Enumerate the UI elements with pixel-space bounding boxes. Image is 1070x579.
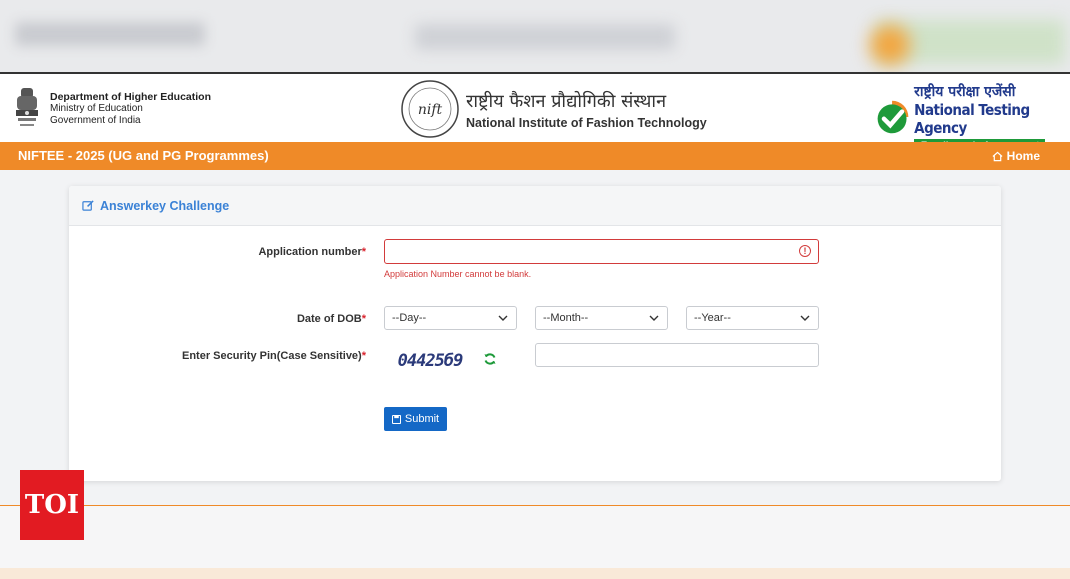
- home-link-label: Home: [1006, 149, 1040, 163]
- nta-english-name: National Testing Agency: [914, 101, 1030, 137]
- security-pin-label: Enter Security Pin(Case Sensitive)*: [181, 350, 366, 362]
- edit-icon: [82, 200, 94, 211]
- month-select-value: --Month--: [543, 312, 589, 324]
- home-icon: [992, 151, 1003, 161]
- ministry-name: Ministry of Education: [50, 103, 143, 114]
- application-number-label: Application number*: [258, 246, 366, 258]
- answerkey-card: Answerkey Challenge Application number* …: [69, 186, 1001, 481]
- save-icon: [391, 414, 401, 424]
- month-select[interactable]: --Month--: [535, 306, 668, 330]
- application-number-input[interactable]: [384, 239, 819, 264]
- nift-english-name: National Institute of Fashion Technology: [466, 115, 707, 130]
- card-title: Answerkey Challenge: [100, 198, 230, 213]
- captcha-image: 04425б9: [384, 342, 476, 380]
- security-pin-input[interactable]: [535, 343, 819, 367]
- chevron-down-icon: [649, 315, 659, 321]
- top-nav-bar: NIFTEE - 2025 (UG and PG Programmes) Hom…: [0, 142, 1070, 170]
- year-select-value: --Year--: [694, 312, 731, 324]
- chevron-down-icon: [498, 315, 508, 321]
- year-select[interactable]: --Year--: [686, 306, 819, 330]
- application-number-error: Application Number cannot be blank.: [384, 269, 532, 279]
- home-link[interactable]: Home: [992, 149, 1040, 163]
- day-select-value: --Day--: [392, 312, 427, 324]
- nta-hindi-name: राष्ट्रीय परीक्षा एजेंसी: [914, 84, 1016, 100]
- day-select[interactable]: --Day--: [384, 306, 517, 330]
- government-name: Government of India: [50, 115, 141, 126]
- exam-title: NIFTEE - 2025 (UG and PG Programmes): [18, 148, 269, 163]
- card-header: Answerkey Challenge: [69, 186, 1001, 226]
- dob-label: Date of DOB*: [296, 313, 366, 325]
- submit-button[interactable]: Submit: [384, 407, 447, 431]
- nift-branding: nift राष्ट्रीय फैशन प्रौद्योगिकी संस्थान…: [400, 79, 707, 139]
- national-emblem-icon: [16, 88, 38, 126]
- required-mark: *: [361, 246, 366, 258]
- footer-band: [0, 568, 1070, 579]
- nta-check-logo-icon: [877, 100, 909, 134]
- site-header: Department of Higher Education Ministry …: [0, 72, 1070, 152]
- toi-watermark-logo: TOI: [20, 470, 84, 540]
- refresh-captcha-icon[interactable]: [483, 352, 497, 366]
- dept-branding: Department of Higher Education Ministry …: [12, 86, 211, 132]
- captcha-text: 04425б9: [397, 351, 464, 371]
- error-icon: !: [799, 245, 811, 257]
- submit-label: Submit: [404, 413, 440, 425]
- blurred-background-strip: [0, 0, 1070, 72]
- chevron-down-icon: [800, 315, 810, 321]
- nift-hindi-name: राष्ट्रीय फैशन प्रौद्योगिकी संस्थान: [466, 90, 667, 112]
- nift-logo-icon: nift: [401, 80, 459, 138]
- dept-name: Department of Higher Education: [50, 91, 212, 103]
- svg-text:nift: nift: [418, 102, 443, 118]
